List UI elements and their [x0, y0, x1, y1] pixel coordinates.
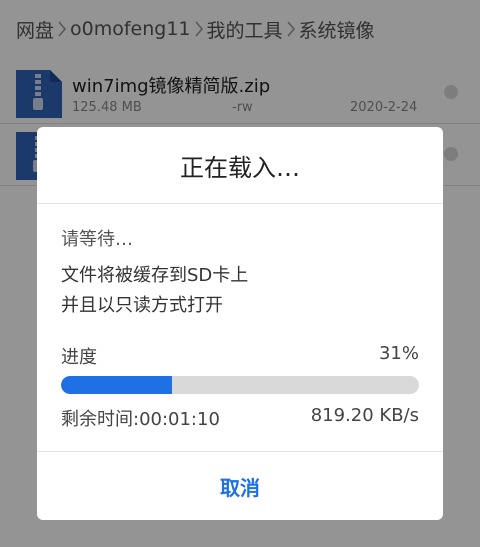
progress-bar — [61, 376, 419, 394]
cache-message: 文件将被缓存到SD卡上 — [61, 265, 249, 286]
loading-dialog: 正在载入… 请等待… 文件将被缓存到SD卡上 并且以只读方式打开 进度 31% … — [37, 127, 443, 520]
progress-percent: 31% — [378, 343, 419, 364]
remaining-time: 剩余时间:00:01:10 — [61, 409, 220, 430]
transfer-speed: 819.20 KB/s — [310, 405, 419, 426]
dialog-title: 正在载入… — [180, 153, 300, 182]
progress-bar-fill — [61, 376, 172, 394]
divider — [37, 203, 443, 204]
readonly-message: 并且以只读方式打开 — [61, 295, 223, 316]
progress-label: 进度 — [61, 347, 97, 368]
wait-message: 请等待… — [61, 229, 133, 250]
cancel-button[interactable]: 取消 — [37, 452, 443, 520]
